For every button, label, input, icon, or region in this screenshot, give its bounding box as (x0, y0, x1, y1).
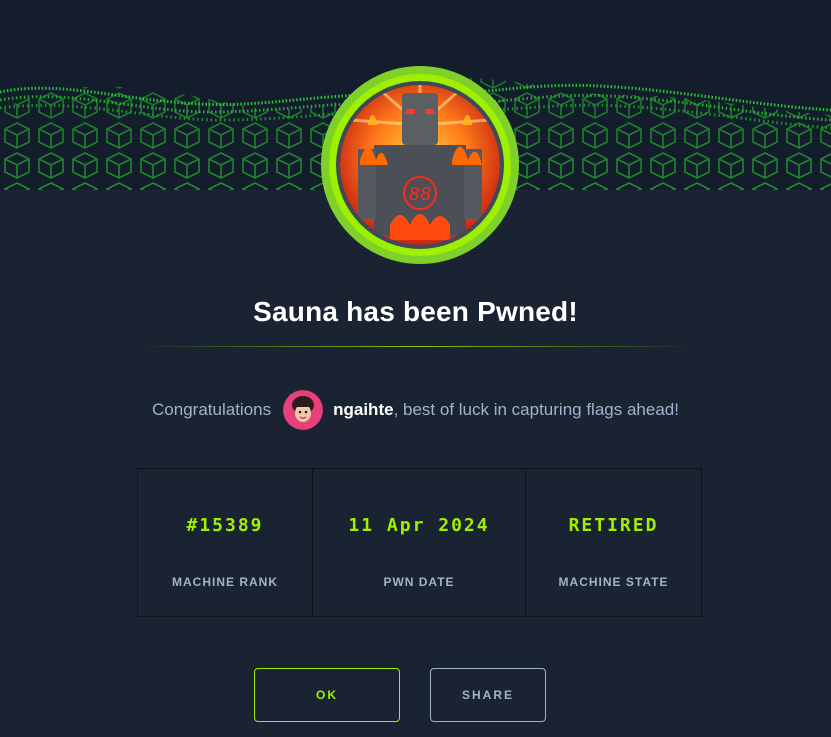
share-button[interactable]: SHARE (430, 668, 546, 722)
pwn-date-label: PWN DATE (383, 575, 455, 589)
machine-rank-label: MACHINE RANK (172, 575, 278, 589)
congrats-message: Congratulations ngaihte , best of luck i… (0, 386, 831, 434)
user-avatar-icon[interactable] (283, 390, 324, 430)
title-divider (140, 346, 695, 347)
stat-machine-rank: #15389 MACHINE RANK (138, 469, 313, 616)
ok-button-label: OK (316, 688, 338, 702)
machine-badge-icon: 88 (320, 65, 520, 265)
stat-machine-state: RETIRED MACHINE STATE (526, 469, 701, 616)
machine-state-value: RETIRED (568, 515, 659, 536)
pwn-date-value: 11 Apr 2024 (348, 515, 490, 536)
share-button-label: SHARE (461, 688, 514, 702)
ok-button[interactable]: OK (254, 668, 400, 722)
congrats-suffix: , best of luck in capturing flags ahead! (393, 400, 679, 419)
page-title: Sauna has been Pwned! (253, 296, 578, 327)
machine-rank-value: #15389 (186, 515, 264, 536)
svg-text:88: 88 (409, 184, 432, 205)
pwn-stats-panel: #15389 MACHINE RANK 11 Apr 2024 PWN DATE… (137, 468, 702, 617)
username-link[interactable]: ngaihte (333, 400, 393, 420)
machine-state-label: MACHINE STATE (558, 575, 669, 589)
stat-pwn-date: 11 Apr 2024 PWN DATE (313, 469, 526, 616)
pwned-modal: 88 Sauna has been Pwned! Congratulations (0, 0, 831, 737)
congrats-prefix: Congratulations (152, 400, 272, 419)
